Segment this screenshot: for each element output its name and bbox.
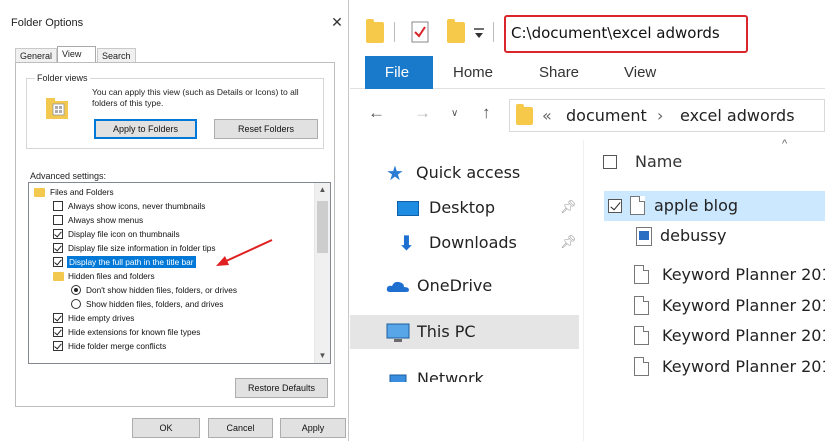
network-icon [389,374,407,382]
navigation-pane: ★ Quick access Desktop 📌︎ ⬇ Downloads 📌︎… [350,140,582,441]
checkbox-checked[interactable] [53,257,63,267]
checkbox-unchecked[interactable] [53,201,63,211]
image-file-icon [636,227,652,246]
file-row[interactable]: Keyword Planner 2015 [604,291,825,321]
ribbon-tabs: File Home Share View [350,56,825,89]
pin-icon[interactable]: 📌︎ [560,191,577,225]
nav-downloads[interactable]: ⬇ Downloads 📌︎ [350,226,582,260]
file-row[interactable]: apple blog [604,191,825,221]
tab-share[interactable]: Share [539,56,579,89]
reset-folders-button[interactable]: Reset Folders [214,119,318,139]
computer-icon [386,323,410,342]
select-all-checkbox[interactable] [603,155,617,169]
customize-toolbar-icon[interactable] [473,27,485,39]
document-icon [634,296,649,315]
nav-desktop[interactable]: Desktop 📌︎ [350,191,582,225]
file-row[interactable]: Keyword Planner 2015 [604,260,825,290]
folder-views-description: You can apply this view (such as Details… [92,87,299,108]
tab-view[interactable]: View [624,56,656,89]
document-icon [634,357,649,376]
file-explorer-window: C:\document\excel adwords File Home Shar… [350,0,825,441]
checkbox-checked[interactable] [53,327,63,337]
pane-divider[interactable] [583,140,584,441]
folder-icon [34,188,45,197]
text-document-icon [630,196,645,215]
tab-file[interactable]: File [365,56,433,89]
address-bar[interactable]: « document › excel adwords [509,99,825,132]
file-row[interactable]: Keyword Planner 2015 [604,352,825,382]
ok-button[interactable]: OK [132,418,200,438]
apply-to-folders-button[interactable]: Apply to Folders [94,119,197,139]
checkbox-checked[interactable] [53,229,63,239]
apply-button[interactable]: Apply [280,418,346,438]
advanced-settings-label: Advanced settings: [30,171,107,181]
close-icon[interactable]: ✕ [330,14,344,31]
folder-icon [516,104,533,125]
cancel-button[interactable]: Cancel [208,418,273,438]
advanced-settings-tree[interactable]: Files and Folders Always show icons, nev… [28,182,331,364]
recent-locations-icon[interactable]: ∨ [451,108,458,119]
checkbox-checked[interactable] [53,313,63,323]
scroll-down-icon[interactable]: ▼ [315,349,330,363]
nav-onedrive[interactable]: OneDrive [350,269,582,303]
folder-icon [53,272,64,281]
file-checkbox-checked[interactable] [608,199,622,213]
star-icon: ★ [386,161,404,185]
nav-network[interactable]: Network [350,362,582,382]
folder-icon [366,19,384,43]
tab-view[interactable]: View [57,46,96,63]
restore-defaults-button[interactable]: Restore Defaults [235,378,328,398]
file-row[interactable]: Keyword Planner 2015 [604,321,825,351]
toolbar-separator [493,22,494,42]
nav-this-pc[interactable]: This PC [350,315,579,349]
file-row[interactable]: debussy [604,221,825,251]
new-folder-icon[interactable] [447,19,465,43]
breadcrumb-document[interactable]: document [566,100,647,131]
selected-setting-label: Display the full path in the title bar [67,256,196,268]
download-arrow-icon: ⬇ [398,231,415,255]
window-title-full-path: C:\document\excel adwords [504,15,748,53]
toolbar-separator [394,22,395,42]
column-header-name[interactable]: Name [590,147,825,177]
up-arrow-icon[interactable]: ↑ [482,103,491,123]
dialog-title: Folder Options [11,17,84,29]
breadcrumb-excel-adwords[interactable]: excel adwords [680,100,795,131]
file-list: ^ Name apple blog debussy Keyword Planne… [590,138,825,441]
tab-home[interactable]: Home [453,56,493,89]
checkbox-checked[interactable] [53,341,63,351]
red-arrow-annotation-icon [216,239,273,266]
scroll-thumb[interactable] [317,201,328,253]
folder-views-label: Folder views [35,73,90,83]
forward-arrow-icon[interactable]: → [414,103,431,123]
checkbox-unchecked[interactable] [53,215,63,225]
scroll-up-icon[interactable]: ▲ [315,183,330,197]
radio-selected[interactable] [71,285,81,295]
nav-quick-access[interactable]: ★ Quick access [350,156,582,190]
pin-icon[interactable]: 📌︎ [560,226,577,260]
checkbox-checked[interactable] [53,243,63,253]
breadcrumb-separator: › [657,106,664,125]
back-arrow-icon[interactable]: ← [368,103,385,123]
tab-search[interactable]: Search [97,48,136,63]
quick-access-toolbar: C:\document\excel adwords [350,0,825,56]
document-icon [634,265,649,284]
address-overflow-chevrons[interactable]: « [542,100,552,131]
cloud-icon [386,281,409,292]
document-icon [634,326,649,345]
folder-views-icon [46,98,68,119]
tree-scrollbar[interactable]: ▲ ▼ [314,183,330,363]
tab-general[interactable]: General [15,48,57,63]
desktop-icon [397,201,419,216]
properties-icon[interactable] [411,21,429,43]
folder-options-dialog: Folder Options ✕ General Search View Fol… [0,0,349,441]
radio-unselected[interactable] [71,299,81,309]
